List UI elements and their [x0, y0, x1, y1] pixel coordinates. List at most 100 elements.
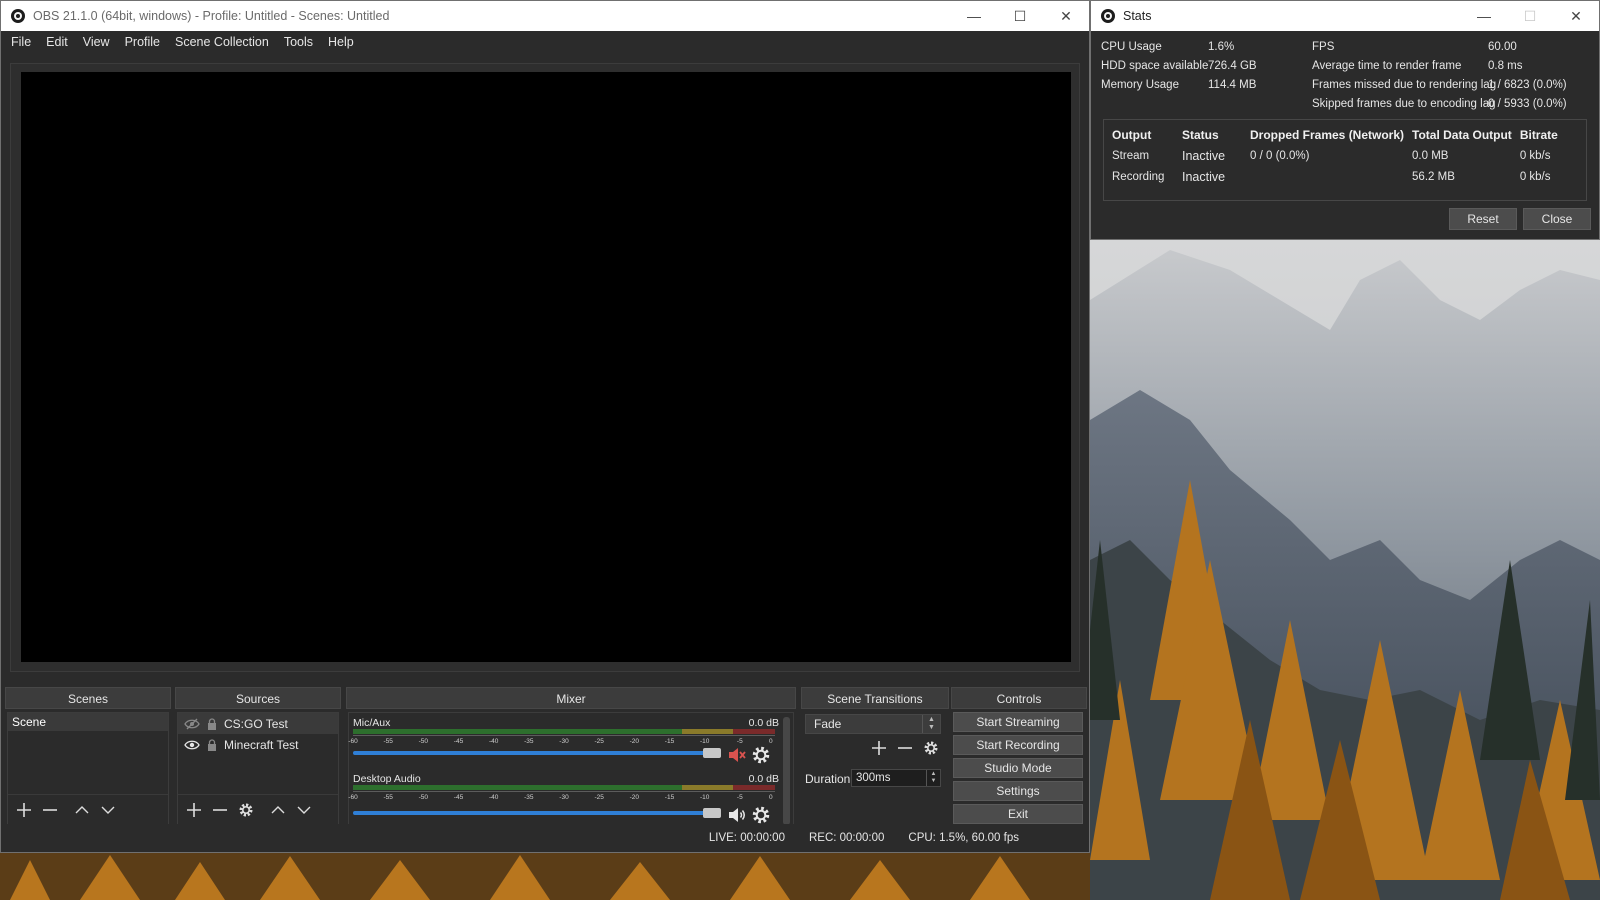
plus-icon — [187, 802, 201, 817]
cell-total: 0.0 MB — [1412, 150, 1449, 162]
minus-icon — [213, 808, 227, 811]
source-properties-button[interactable] — [236, 800, 256, 820]
minus-icon — [43, 808, 57, 811]
minimize-button[interactable]: — — [1461, 1, 1507, 31]
hdd-space-label: HDD space available — [1101, 60, 1209, 72]
eye-hidden-icon[interactable] — [184, 717, 200, 731]
studio-mode-button[interactable]: Studio Mode — [953, 758, 1083, 778]
channel-name: Mic/Aux — [353, 717, 391, 729]
muted-speaker-icon[interactable] — [727, 745, 747, 765]
menu-scene-collection[interactable]: Scene Collection — [169, 31, 275, 53]
obs-logo-icon — [11, 9, 25, 23]
cpu-fps-status: CPU: 1.5%, 60.00 fps — [908, 832, 1019, 844]
move-source-down-button[interactable] — [294, 800, 314, 820]
close-button[interactable]: ✕ — [1043, 1, 1089, 31]
menu-file[interactable]: File — [5, 31, 37, 53]
cell-bitrate: 0 kb/s — [1519, 171, 1551, 183]
add-scene-button[interactable] — [14, 800, 34, 820]
obs-main-window: OBS 21.1.0 (64bit, windows) - Profile: U… — [0, 0, 1090, 853]
scene-transitions-header: Scene Transitions — [801, 687, 949, 709]
mixer-scrollbar[interactable] — [783, 717, 790, 825]
minus-icon — [898, 747, 912, 749]
gear-icon — [239, 803, 253, 816]
mixer-channel-desktop: Desktop Audio 0.0 dB -60 -55 -50 -45 -40… — [348, 771, 779, 827]
updown-arrows-icon: ▲ ▼ — [922, 715, 940, 733]
fps-value: 60.00 — [1488, 41, 1517, 53]
cell-dropped — [1250, 167, 1412, 188]
scenes-list: Scene — [8, 713, 168, 794]
source-item[interactable]: CS:GO Test — [178, 713, 338, 734]
cpu-usage-label: CPU Usage — [1101, 41, 1162, 53]
menu-help[interactable]: Help — [322, 31, 360, 53]
obs-logo-icon — [1101, 9, 1115, 23]
stats-title: Stats — [1123, 9, 1152, 23]
cell-bitrate: 0 kb/s — [1519, 150, 1551, 162]
lock-icon[interactable] — [204, 717, 220, 731]
reset-button[interactable]: Reset — [1449, 208, 1517, 230]
cpu-usage-value: 1.6% — [1208, 41, 1235, 53]
cell-status: Inactive — [1182, 149, 1226, 163]
volume-slider-handle[interactable] — [703, 748, 721, 758]
volume-slider-handle[interactable] — [703, 808, 721, 818]
col-output: Output — [1112, 128, 1152, 142]
col-bitrate: Bitrate — [1519, 128, 1558, 142]
stats-close-button[interactable]: Close — [1523, 208, 1591, 230]
menu-profile[interactable]: Profile — [119, 31, 166, 53]
close-button[interactable]: ✕ — [1553, 1, 1599, 31]
mixer-channel-mic: Mic/Aux 0.0 dB -60 -55 -50 -45 -40 -35 -… — [348, 715, 779, 771]
add-source-button[interactable] — [184, 800, 204, 820]
live-timer: LIVE: 00:00:00 — [708, 832, 785, 844]
meter-ticks: -60 -55 -50 -45 -40 -35 -30 -25 -20 -15 … — [348, 738, 773, 745]
start-streaming-button[interactable]: Start Streaming — [953, 712, 1083, 732]
scene-transitions-dock: Scene Transitions Fade ▲ ▼ Duration 300ms… — [801, 687, 949, 825]
maximize-button[interactable]: ☐ — [997, 1, 1043, 31]
window-title: OBS 21.1.0 (64bit, windows) - Profile: U… — [33, 9, 390, 23]
add-transition-button[interactable] — [869, 738, 889, 758]
gear-icon[interactable] — [751, 745, 771, 765]
remove-source-button[interactable] — [210, 800, 230, 820]
settings-button[interactable]: Settings — [953, 781, 1083, 801]
remove-scene-button[interactable] — [40, 800, 60, 820]
volume-meter — [353, 729, 775, 734]
source-label: CS:GO Test — [224, 716, 288, 731]
channel-db: 0.0 dB — [748, 773, 779, 785]
render-time-label: Average time to render frame — [1312, 60, 1462, 72]
menu-edit[interactable]: Edit — [40, 31, 74, 53]
move-scene-up-button[interactable] — [72, 800, 92, 820]
chevron-down-icon — [101, 806, 115, 814]
obs-titlebar[interactable]: OBS 21.1.0 (64bit, windows) - Profile: U… — [1, 1, 1089, 31]
preview-canvas[interactable] — [21, 72, 1071, 662]
menu-tools[interactable]: Tools — [278, 31, 319, 53]
eye-icon[interactable] — [184, 738, 200, 752]
memory-usage-label: Memory Usage — [1101, 79, 1179, 91]
volume-slider[interactable] — [353, 751, 713, 755]
transition-select[interactable]: Fade ▲ ▼ — [805, 714, 941, 734]
source-item[interactable]: Minecraft Test — [178, 734, 338, 755]
rendering-lag-label: Frames missed due to rendering lag — [1312, 79, 1497, 91]
sources-header: Sources — [175, 687, 341, 709]
scenes-toolbar — [8, 794, 168, 824]
speaker-icon[interactable] — [727, 805, 747, 825]
output-stats-table: Output Status Dropped Frames (Network) T… — [1103, 119, 1587, 201]
gear-icon[interactable] — [751, 805, 771, 825]
cell-status: Inactive — [1182, 170, 1226, 184]
spinner-arrows-icon[interactable]: ▲ ▼ — [926, 770, 940, 786]
minimize-button[interactable]: — — [951, 1, 997, 31]
transition-properties-button[interactable] — [921, 738, 941, 758]
menu-bar: File Edit View Profile Scene Collection … — [1, 31, 1089, 53]
transition-selected: Fade — [814, 717, 842, 731]
exit-button[interactable]: Exit — [953, 804, 1083, 824]
remove-transition-button[interactable] — [895, 738, 915, 758]
stats-titlebar[interactable]: Stats — ☐ ✕ — [1091, 1, 1599, 31]
volume-slider[interactable] — [353, 811, 713, 815]
duration-input[interactable]: 300ms ▲ ▼ — [851, 769, 941, 787]
menu-view[interactable]: View — [77, 31, 116, 53]
scene-item[interactable]: Scene — [8, 713, 168, 731]
duration-value: 300ms — [856, 772, 891, 784]
start-recording-button[interactable]: Start Recording — [953, 735, 1083, 755]
move-scene-down-button[interactable] — [98, 800, 118, 820]
move-source-up-button[interactable] — [268, 800, 288, 820]
lock-icon[interactable] — [204, 738, 220, 752]
cell-total: 56.2 MB — [1412, 171, 1455, 183]
scenes-header: Scenes — [5, 687, 171, 709]
